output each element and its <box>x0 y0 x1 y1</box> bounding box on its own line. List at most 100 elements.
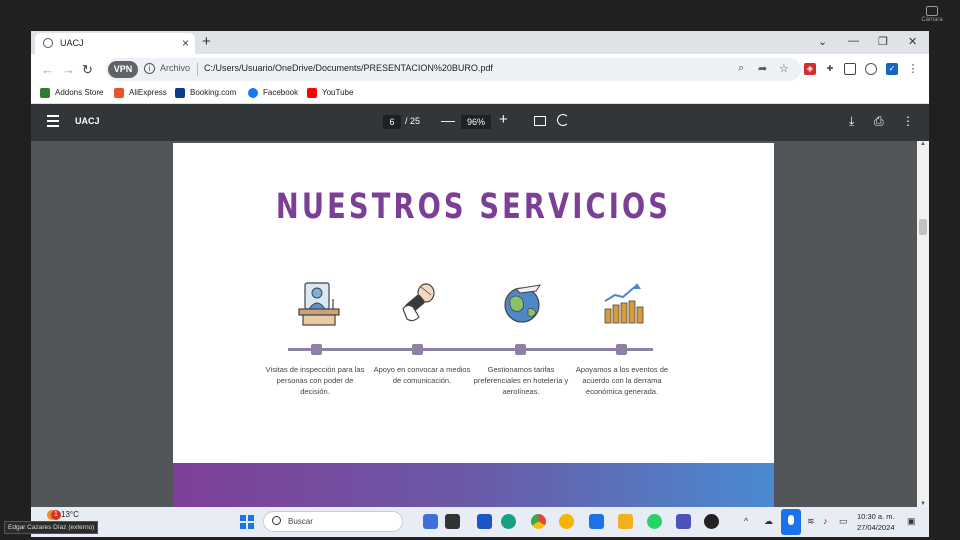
menu-icon[interactable] <box>47 115 59 130</box>
onedrive-icon[interactable]: ☁ <box>764 516 773 527</box>
edge-icon[interactable] <box>501 514 516 529</box>
service-text-rates: Gestionamos tarifas preferenciales en ho… <box>473 365 569 396</box>
battery-icon[interactable]: ▭ <box>839 516 848 527</box>
share-icon[interactable]: ➦ <box>758 62 767 75</box>
youtube-icon <box>307 88 317 98</box>
teams-icon[interactable] <box>477 514 492 529</box>
tab-strip: UACJ × + ⌄ — ❐ ✕ <box>31 31 929 54</box>
bookmark-aliexpress[interactable]: AliExpress <box>114 88 167 98</box>
print-icon[interactable]: ⎙ <box>874 114 884 129</box>
clock-date: 27/04/2024 <box>857 523 895 532</box>
page-total: / 25 <box>405 116 421 126</box>
pdf-page: NUESTROS SERVICIOS Visitas de inspección… <box>173 143 774 507</box>
clock-time: 10:30 a. m. <box>857 512 895 521</box>
url-text[interactable]: C:/Users/Usuario/OneDrive/Documents/PRES… <box>204 63 493 73</box>
close-window-button[interactable]: ✕ <box>908 35 917 48</box>
camera-icon <box>926 6 938 16</box>
globe-icon <box>43 38 53 48</box>
close-tab-icon[interactable]: × <box>182 36 189 50</box>
notifications-icon[interactable]: ▣ <box>907 516 916 527</box>
windows-start-icon[interactable] <box>240 515 254 529</box>
chrome-profile-icon[interactable] <box>559 514 574 529</box>
microphone-icon <box>402 283 435 322</box>
microphone-active-icon[interactable] <box>781 509 801 535</box>
zoom-input[interactable]: 96% <box>461 115 491 129</box>
divider <box>197 63 198 76</box>
bookmark-facebook[interactable]: Facebook <box>248 88 298 98</box>
copilot-icon[interactable] <box>423 514 438 529</box>
sidebar-icon[interactable] <box>844 63 856 75</box>
file-explorer-icon[interactable] <box>618 514 633 529</box>
mail-icon[interactable] <box>589 514 604 529</box>
whatsapp-icon[interactable] <box>647 514 662 529</box>
addons-store-icon <box>40 88 50 98</box>
vpn-shield-icon[interactable]: ✓ <box>886 63 898 75</box>
search-placeholder: Buscar <box>288 517 313 526</box>
service-text-visits: Visitas de inspección para las personas … <box>265 365 365 396</box>
address-bar[interactable]: VPN i Archivo C:/Users/Usuario/OneDrive/… <box>106 58 801 81</box>
zoom-out-button[interactable]: — <box>441 112 455 128</box>
zoom-in-button[interactable]: + <box>499 111 508 128</box>
timeline-dot <box>311 344 322 355</box>
coins-growth-icon <box>604 283 644 324</box>
tab-title: UACJ <box>60 38 84 48</box>
bookmark-star-icon[interactable]: ☆ <box>779 62 789 75</box>
address-bar-row: ← → ↻ VPN i Archivo C:/Users/Usuario/One… <box>31 54 929 86</box>
pdf-viewer: NUESTROS SERVICIOS Visitas de inspección… <box>31 141 929 507</box>
volume-icon[interactable]: ♪ <box>823 516 828 526</box>
info-icon[interactable]: i <box>144 63 155 74</box>
extensions-puzzle-icon[interactable]: ✚ <box>824 63 836 75</box>
bookmark-youtube[interactable]: YouTube <box>307 88 353 98</box>
bookmark-addons-store[interactable]: Addons Store <box>40 88 103 98</box>
reload-icon[interactable]: ↻ <box>82 62 93 78</box>
new-tab-button[interactable]: + <box>202 33 211 50</box>
clock[interactable]: 10:30 a. m. 27/04/2024 <box>857 511 895 533</box>
tray-expand-icon[interactable]: ^ <box>744 516 748 526</box>
profile-icon[interactable] <box>865 63 877 75</box>
tab-uacj[interactable]: UACJ × <box>35 33 195 54</box>
rotate-icon[interactable] <box>557 114 569 126</box>
booking-icon <box>175 88 185 98</box>
scheme-label: Archivo <box>160 63 191 73</box>
tab-search-button[interactable]: ⌄ <box>818 35 827 48</box>
scroll-up-arrow-icon[interactable]: ▲ <box>920 141 926 147</box>
camera-indicator: Cámara <box>918 6 946 23</box>
download-icon[interactable]: ⤓ <box>849 114 854 129</box>
weather-badge: 1 <box>51 510 61 520</box>
service-text-media: Apoyo en convocar a medios de comunicaci… <box>373 365 471 385</box>
more-actions-icon[interactable]: ⋮ <box>902 114 914 128</box>
scrollbar-thumb[interactable] <box>919 219 927 235</box>
extension-shield-icon[interactable]: ◈ <box>804 63 816 75</box>
search-icon <box>272 516 281 525</box>
timeline-dot <box>515 344 526 355</box>
taskbar-search[interactable]: Buscar <box>263 511 403 532</box>
pdf-toolbar: UACJ 6 / 25 — 96% + ⤓ ⎙ ⋮ <box>31 104 929 141</box>
desk-person-icon <box>298 282 340 326</box>
media-player-icon[interactable] <box>704 514 719 529</box>
pdf-title: UACJ <box>75 116 100 126</box>
globe-plane-icon <box>504 284 542 323</box>
timeline-dot <box>412 344 423 355</box>
teams-work-icon[interactable] <box>676 514 691 529</box>
zoom-icon[interactable]: ⌕ <box>738 62 744 75</box>
bookmark-booking[interactable]: Booking.com <box>175 88 236 98</box>
page-number-input[interactable]: 6 <box>383 115 401 129</box>
footer-gradient-band <box>173 463 774 507</box>
browser-window: UACJ × + ⌄ — ❐ ✕ ← → ↻ VPN i Archivo C:/… <box>31 31 929 507</box>
vpn-badge[interactable]: VPN <box>108 61 138 78</box>
fit-page-icon[interactable] <box>534 116 546 126</box>
participant-name-label: Edgar Cazares Díaz (externo) <box>4 521 99 534</box>
back-icon[interactable]: ← <box>41 62 54 77</box>
service-text-events: Apoyamos a los eventos de acuerdo con la… <box>575 365 669 396</box>
aliexpress-icon <box>114 88 124 98</box>
forward-icon[interactable]: → <box>62 62 75 77</box>
timeline-line <box>288 348 653 351</box>
more-menu-icon[interactable]: ⋮ <box>907 63 919 75</box>
timeline-dot <box>616 344 627 355</box>
scrollbar[interactable]: ▲ ▼ <box>917 141 929 507</box>
minimize-button[interactable]: — <box>848 35 859 47</box>
chrome-icon[interactable] <box>531 514 546 529</box>
task-view-icon[interactable] <box>445 514 460 529</box>
wifi-icon[interactable]: ≋ <box>807 516 815 527</box>
restore-button[interactable]: ❐ <box>878 35 888 48</box>
